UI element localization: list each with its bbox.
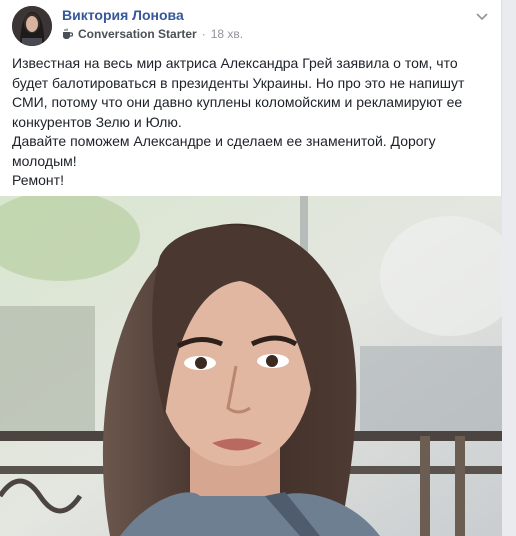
feed-post: Виктория Лонова Conversation Starter · 1… — [0, 0, 502, 536]
post-header: Виктория Лонова Conversation Starter · 1… — [12, 6, 492, 46]
post-text: Известная на весь мир актриса Александра… — [12, 54, 492, 191]
post-paragraph: Известная на весь мир актриса Александра… — [12, 55, 465, 130]
chevron-down-icon[interactable] — [474, 8, 490, 24]
coffee-cup-icon — [62, 28, 74, 40]
post-paragraph: Давайте поможем Александре и сделаем ее … — [12, 133, 436, 169]
post-paragraph: Ремонт! — [12, 172, 64, 188]
conversation-starter-badge[interactable]: Conversation Starter — [78, 27, 197, 41]
post-timestamp[interactable]: 18 хв. — [211, 27, 243, 41]
meta-separator: · — [201, 27, 206, 41]
post-meta: Conversation Starter · 18 хв. — [62, 27, 243, 41]
author-name[interactable]: Виктория Лонова — [62, 7, 184, 23]
avatar[interactable] — [12, 6, 52, 46]
post-photo[interactable] — [0, 196, 502, 536]
